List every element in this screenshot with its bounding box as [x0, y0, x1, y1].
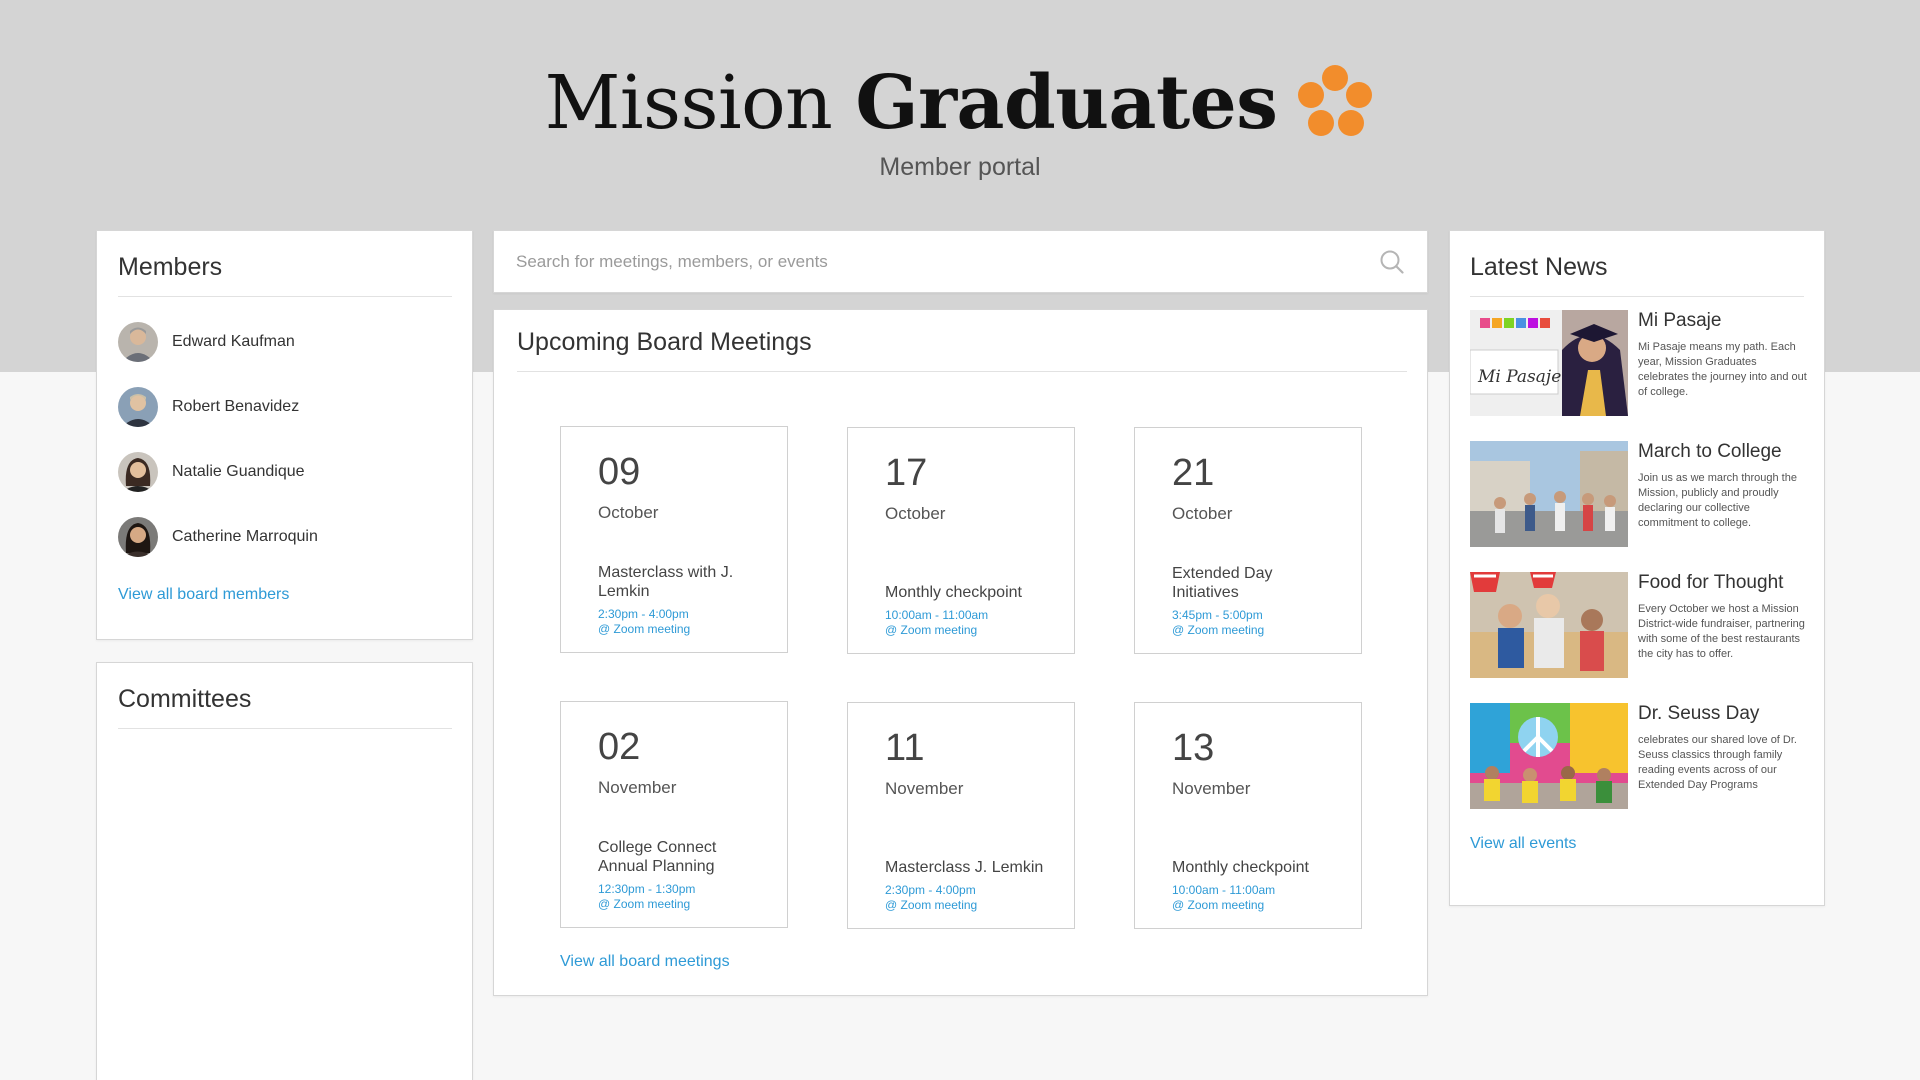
meeting-month: November [1172, 779, 1251, 798]
meeting-location-link[interactable]: @ Zoom meeting [598, 622, 763, 637]
member-name: Catherine Marroquin [172, 528, 318, 545]
page-subtitle: Member portal [879, 153, 1041, 181]
meeting-month: November [885, 779, 964, 798]
news-item[interactable]: Mi Pasaje Mi Pasaje Mi Pasaje means my p… [1470, 310, 1810, 416]
meeting-location-link[interactable]: @ Zoom meeting [598, 897, 763, 912]
news-item-title[interactable]: Food for Thought [1638, 572, 1810, 594]
sign-text: Mi Pasaje [1477, 367, 1561, 387]
meeting-time: 2:30pm - 4:00pm [885, 883, 976, 897]
meeting-time: 10:00am - 11:00am [1172, 883, 1276, 897]
meeting-month: October [1172, 504, 1233, 523]
meeting-title: Monthly checkpoint [1172, 859, 1309, 876]
news-image[interactable]: Mi Pasaje [1470, 310, 1628, 416]
meeting-card[interactable]: 11 November Masterclass J. Lemkin 2:30pm… [847, 702, 1075, 929]
search-input[interactable] [516, 251, 1379, 272]
news-image[interactable] [1470, 703, 1628, 809]
news-item-desc: Join us as we march through the Mission,… [1638, 472, 1797, 529]
member-name: Edward Kaufman [172, 333, 295, 350]
meeting-day: 17 [885, 452, 928, 494]
meeting-card[interactable]: 21 October Extended Day Initiatives 3:45… [1134, 427, 1362, 654]
committees-panel: Committees [96, 662, 473, 1080]
news-item-title[interactable]: March to College [1638, 441, 1810, 463]
avatar [118, 322, 158, 362]
meeting-day: 21 [1172, 452, 1215, 494]
news-item-desc: Mi Pasaje means my path. Each year, Miss… [1638, 341, 1807, 398]
news-panel: Latest News Mi Pasaje Mi Pasaje Mi Pasaj… [1449, 230, 1825, 906]
meetings-panel: Upcoming Board Meetings 09 October Maste… [493, 309, 1428, 996]
meeting-month: November [598, 778, 677, 797]
member-item[interactable]: Natalie Guandique [118, 452, 452, 492]
members-title: Members [118, 253, 452, 297]
page-header: Mission Graduates Member portal [0, 0, 1920, 200]
member-item[interactable]: Robert Benavidez [118, 387, 452, 427]
news-title: Latest News [1470, 253, 1804, 297]
meeting-time: 10:00am - 11:00am [885, 608, 989, 622]
news-image[interactable] [1470, 441, 1628, 547]
meeting-card[interactable]: 13 November Monthly checkpoint 10:00am -… [1134, 702, 1362, 929]
logo[interactable]: Mission Graduates [0, 58, 1920, 148]
logo-text: Mission Graduates [544, 60, 1278, 146]
news-item-desc: celebrates our shared love of Dr. Seuss … [1638, 734, 1797, 791]
search-bar [493, 230, 1428, 293]
news-item[interactable]: Food for Thought Every October we host a… [1470, 572, 1810, 678]
news-item[interactable]: Dr. Seuss Day celebrates our shared love… [1470, 703, 1810, 809]
meeting-title: College Connect Annual Planning [598, 839, 717, 875]
meeting-card[interactable]: 09 October Masterclass with J. Lemkin 2:… [560, 426, 788, 653]
meeting-time: 12:30pm - 1:30pm [598, 882, 696, 896]
view-all-events-link[interactable]: View all events [1470, 835, 1576, 853]
news-item-title[interactable]: Mi Pasaje [1638, 310, 1810, 332]
member-name: Robert Benavidez [172, 398, 300, 415]
view-all-meetings-link[interactable]: View all board meetings [560, 953, 730, 971]
meeting-location-link[interactable]: @ Zoom meeting [885, 623, 1050, 638]
meeting-title: Masterclass with J. Lemkin [598, 564, 734, 600]
meeting-title: Extended Day Initiatives [1172, 565, 1273, 601]
news-item[interactable]: March to College Join us as we march thr… [1470, 441, 1810, 547]
meeting-month: October [885, 504, 946, 523]
avatar [118, 387, 158, 427]
avatar [118, 517, 158, 557]
meeting-month: October [598, 503, 659, 522]
view-all-members-link[interactable]: View all board members [118, 586, 452, 604]
news-item-title[interactable]: Dr. Seuss Day [1638, 703, 1810, 725]
members-panel: Members Edward Kaufman Robert Benavidez … [96, 230, 473, 640]
meeting-day: 11 [885, 727, 925, 769]
member-name: Natalie Guandique [172, 463, 305, 480]
member-item[interactable]: Catherine Marroquin [118, 517, 452, 557]
meeting-time: 2:30pm - 4:00pm [598, 607, 689, 621]
search-icon[interactable] [1379, 249, 1405, 275]
meeting-location-link[interactable]: @ Zoom meeting [1172, 898, 1337, 913]
meeting-title: Masterclass J. Lemkin [885, 859, 1044, 876]
news-item-desc: Every October we host a Mission District… [1638, 603, 1805, 660]
meeting-title: Monthly checkpoint [885, 584, 1022, 601]
meeting-location-link[interactable]: @ Zoom meeting [1172, 623, 1337, 638]
avatar [118, 452, 158, 492]
committees-title: Committees [118, 685, 452, 729]
news-image[interactable] [1470, 572, 1628, 678]
member-item[interactable]: Edward Kaufman [118, 322, 452, 362]
meeting-day: 02 [598, 726, 641, 768]
meeting-time: 3:45pm - 5:00pm [1172, 608, 1263, 622]
meetings-title: Upcoming Board Meetings [517, 328, 1407, 372]
meeting-day: 13 [1172, 727, 1215, 769]
meeting-card[interactable]: 02 November College Connect Annual Plann… [560, 701, 788, 928]
meeting-day: 09 [598, 451, 641, 493]
meeting-location-link[interactable]: @ Zoom meeting [885, 898, 1050, 913]
meeting-card[interactable]: 17 October Monthly checkpoint 10:00am - … [847, 427, 1075, 654]
flower-logo-icon [1298, 65, 1373, 136]
